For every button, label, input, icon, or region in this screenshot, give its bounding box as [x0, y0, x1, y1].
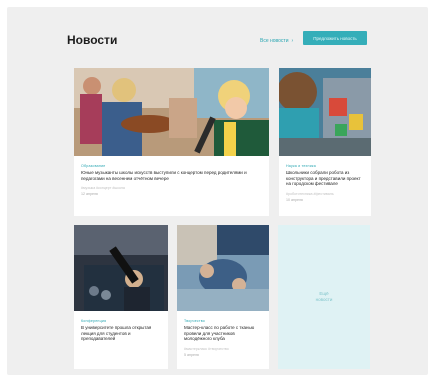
news-card-lecture[interactable]: Конференция В университете прошла открыт…	[74, 225, 168, 369]
news-card-robotics[interactable]: Наука и техника Школьники собрали робота…	[279, 68, 371, 216]
card-tags: #музыка #концерт #школа	[81, 186, 125, 191]
news-card-music[interactable]: Образование Юные музыканты школы искусст…	[74, 68, 269, 216]
card-category: Образование	[81, 164, 106, 168]
card-tags: #мастеркласс #творчество	[184, 346, 229, 351]
card-category: Творчество	[184, 319, 206, 323]
card-body: Творчество Мастер-класс по работе с ткан…	[184, 319, 262, 357]
all-news-link[interactable]: Все новости ›	[260, 38, 293, 44]
card-body: Наука и техника Школьники собрали робота…	[286, 164, 364, 202]
more-news-card[interactable]: Ещё новости	[278, 225, 370, 369]
card-date: 5 апреля	[184, 352, 199, 357]
page-title: Новости	[67, 33, 118, 47]
more-news-line2: новости	[315, 297, 333, 302]
card-title[interactable]: Школьники собрали робота из конструктора…	[286, 170, 364, 187]
card-date: 12 апреля	[81, 192, 98, 197]
card-body: Образование Юные музыканты школы искусст…	[81, 164, 262, 196]
news-header: Новости Все новости › Предложить новость	[67, 30, 373, 52]
chevron-right-icon: ›	[291, 38, 294, 44]
card-title[interactable]: Юные музыканты школы искусств выступили …	[81, 170, 262, 181]
all-news-link-label[interactable]: Все новости	[260, 38, 289, 44]
card-category: Наука и техника	[286, 164, 316, 168]
card-body: Конференция В университете прошла открыт…	[81, 319, 161, 342]
news-card-craft[interactable]: Творчество Мастер-класс по работе с ткан…	[177, 225, 269, 369]
news-image-craft	[177, 225, 269, 311]
news-image-lecture	[74, 225, 168, 311]
card-title[interactable]: В университете прошла открытая лекция дл…	[81, 325, 161, 342]
card-date: 10 апреля	[286, 197, 303, 202]
card-tags: #робототехника #фестиваль	[286, 191, 334, 196]
card-title[interactable]: Мастер-класс по работе с тканью провели …	[184, 325, 262, 342]
news-image-music	[74, 68, 269, 156]
card-category: Конференция	[81, 319, 107, 323]
news-image-robotics	[279, 68, 371, 156]
suggest-news-button[interactable]: Предложить новость	[303, 31, 367, 45]
